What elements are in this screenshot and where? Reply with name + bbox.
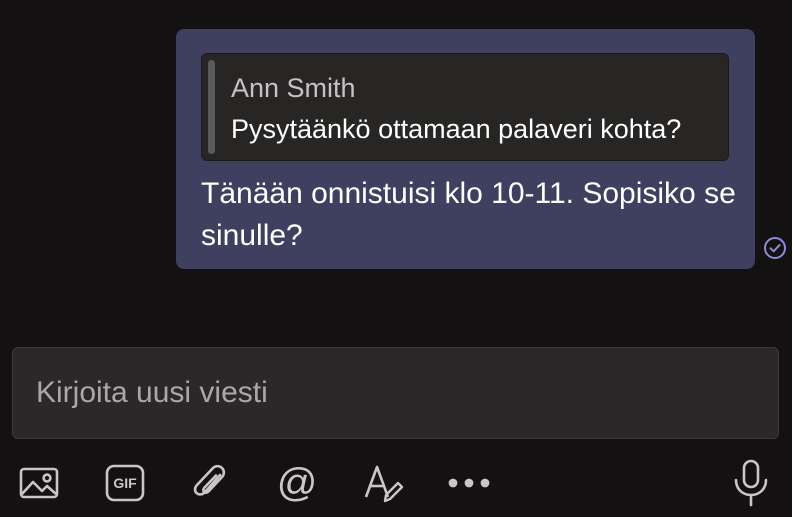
mention-icon: @ [276,461,318,505]
paperclip-icon [193,464,226,496]
more-button[interactable] [444,458,494,508]
message-input[interactable] [36,368,736,418]
quote-bar [208,60,215,154]
gif-button[interactable]: GIF [100,458,150,508]
format-button[interactable] [358,458,408,508]
message-text: Tänään onnistuisi klo 10-11. Sopisiko se… [201,177,736,252]
microphone-icon [734,459,768,507]
gif-label: GIF [113,475,137,491]
seen-check-icon [763,236,787,260]
quote-text: Pysytäänkö ottamaan palaveri kohta? [231,114,682,144]
image-icon [19,467,59,499]
more-icon [448,478,490,488]
quoted-message[interactable]: Ann Smith Pysytäänkö ottamaan palaveri k… [201,53,729,161]
format-icon [364,465,404,503]
attach-button[interactable] [186,458,236,508]
compose-box[interactable] [12,347,779,439]
mention-button[interactable]: @ [272,458,322,508]
chat-screen: Ann Smith Pysytäänkö ottamaan palaveri k… [0,0,792,517]
quote-author: Ann Smith [231,73,356,103]
microphone-button[interactable] [726,458,776,508]
image-button[interactable] [14,458,64,508]
message-bubble[interactable]: Ann Smith Pysytäänkö ottamaan palaveri k… [176,29,755,269]
